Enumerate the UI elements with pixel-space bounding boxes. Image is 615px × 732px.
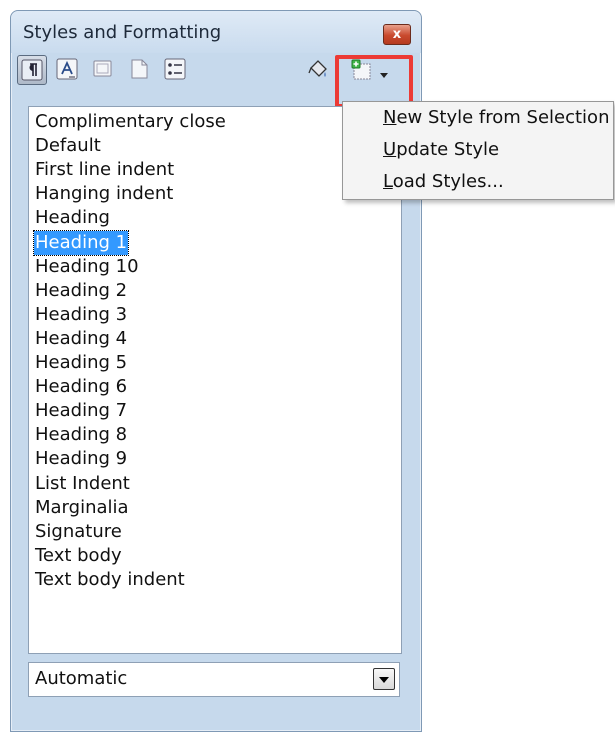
character-styles-button[interactable] <box>53 55 83 85</box>
menu-accel: U <box>383 139 397 160</box>
list-item-style[interactable]: Signature <box>34 520 123 544</box>
list-item-style[interactable]: Complimentary close <box>34 110 227 134</box>
paragraph-styles-button[interactable] <box>17 55 47 85</box>
list-item-style[interactable]: Default <box>34 134 102 158</box>
list-item-style[interactable]: Text body <box>34 544 123 568</box>
menu-item-load-styles[interactable]: Load Styles... <box>383 171 504 192</box>
list-styles-icon <box>164 58 186 80</box>
new-style-context-menu: New Style from Selection Update Style Lo… <box>342 101 614 200</box>
character-styles-icon <box>56 58 78 80</box>
list-item-style[interactable]: Heading 2 <box>34 279 128 303</box>
paragraph-styles-icon <box>21 59 43 81</box>
window-title: Styles and Formatting <box>23 22 222 43</box>
style-filter-value: Automatic <box>35 668 128 689</box>
menu-item-update-style[interactable]: Update Style <box>383 139 499 160</box>
list-item-style[interactable]: Heading 3 <box>34 303 128 327</box>
select-dropdown-button[interactable] <box>373 668 395 690</box>
menu-accel: N <box>383 107 397 128</box>
list-item-style[interactable]: Heading 9 <box>34 447 128 471</box>
frame-styles-button[interactable] <box>89 55 119 85</box>
menu-item-new-style-from-selection[interactable]: New Style from Selection <box>383 107 609 128</box>
new-style-dropdown-arrow[interactable] <box>380 73 388 78</box>
list-item-style[interactable]: Heading 4 <box>34 327 128 351</box>
list-item-style[interactable]: Heading 8 <box>34 423 128 447</box>
style-filter-select[interactable]: Automatic <box>28 662 400 697</box>
list-item-style[interactable]: Heading 5 <box>34 351 128 375</box>
page-styles-icon <box>131 59 148 79</box>
menu-accel: L <box>383 171 393 192</box>
list-styles-button[interactable] <box>161 55 191 85</box>
title-bar[interactable]: Styles and Formatting x <box>11 11 421 53</box>
list-item-style[interactable]: Heading 6 <box>34 375 128 399</box>
list-item-style[interactable]: Heading 7 <box>34 399 128 423</box>
close-button[interactable]: x <box>383 24 411 45</box>
list-item-style[interactable]: First line indent <box>34 158 175 182</box>
list-item-style[interactable]: Marginalia <box>34 496 130 520</box>
paint-bucket-icon <box>308 60 327 77</box>
list-item-style[interactable]: Heading <box>34 206 111 230</box>
menu-item-label: oad Styles... <box>392 171 504 192</box>
list-item-style[interactable]: Heading 10 <box>34 255 140 279</box>
menu-item-label: pdate Style <box>396 139 500 160</box>
list-item-style[interactable]: Heading 1 <box>32 229 130 256</box>
frame-styles-icon <box>93 60 112 77</box>
fill-format-mode-button[interactable] <box>303 55 333 85</box>
page-styles-button[interactable] <box>125 55 155 85</box>
menu-item-label: ew Style from Selection <box>396 107 610 128</box>
list-item-style[interactable]: List Indent <box>34 472 131 496</box>
list-item-style[interactable]: Hanging indent <box>34 182 174 206</box>
list-item-style[interactable]: Text body indent <box>34 568 186 592</box>
